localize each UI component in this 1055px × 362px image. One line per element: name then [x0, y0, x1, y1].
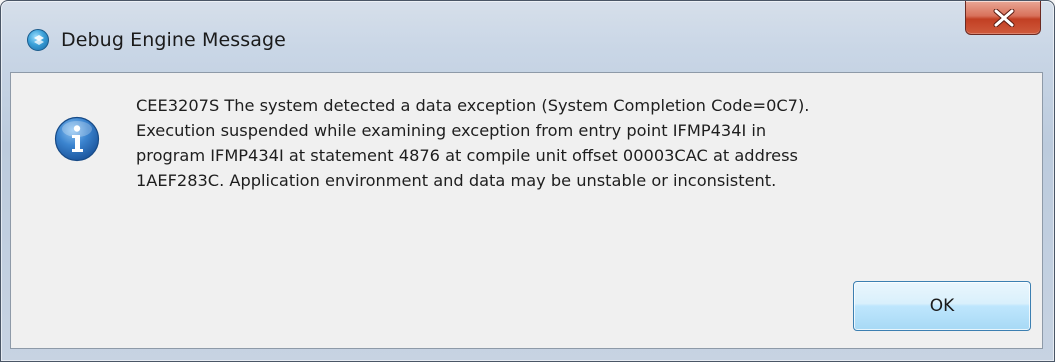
message-text: CEE3207S The system detected a data exce…	[136, 93, 1026, 193]
dialog-content: CEE3207S The system detected a data exce…	[10, 72, 1043, 349]
message-line: Execution suspended while examining exce…	[136, 121, 767, 140]
close-icon	[993, 9, 1015, 27]
ok-button[interactable]: OK	[853, 281, 1031, 331]
message-line: CEE3207S The system detected a data exce…	[136, 96, 810, 115]
info-icon	[54, 116, 100, 162]
window-title: Debug Engine Message	[61, 29, 286, 51]
message-line: program IFMP434I at statement 4876 at co…	[136, 146, 798, 165]
title-bar[interactable]: Debug Engine Message	[1, 1, 1054, 73]
message-line: 1AEF283C. Application environment and da…	[136, 171, 777, 190]
dialog-window: Debug Engine Message CEE3207S The system…	[0, 0, 1055, 362]
close-button[interactable]	[965, 1, 1041, 35]
debug-engine-icon	[27, 29, 49, 51]
